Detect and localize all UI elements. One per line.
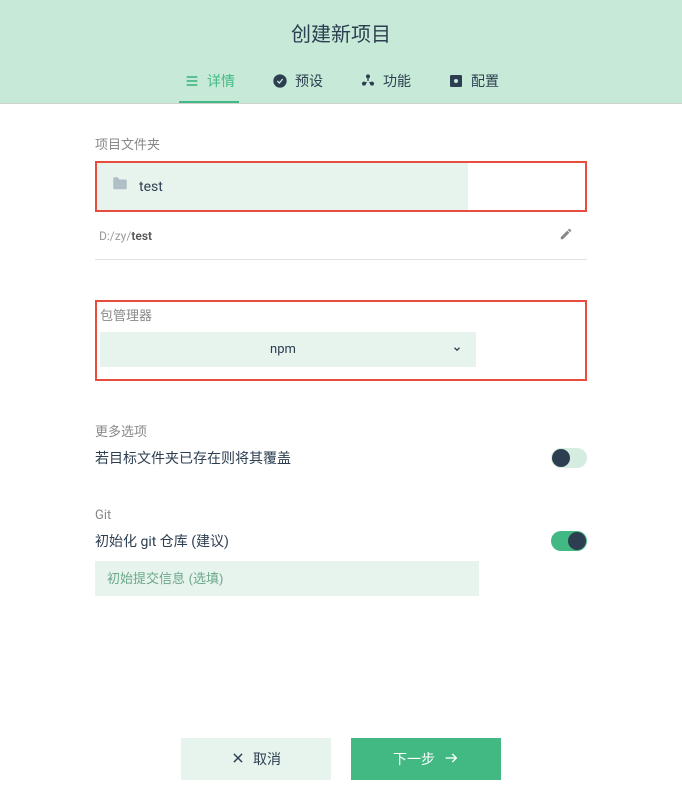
content-area: 项目文件夹 test D:/zy/test 包管理器 npm [0, 104, 682, 596]
toggle-knob [552, 449, 570, 467]
git-init-row: 初始化 git 仓库 (建议) [95, 531, 587, 551]
tab-presets[interactable]: 预设 [267, 61, 327, 103]
gear-icon [447, 72, 465, 90]
package-manager-highlight-box: 包管理器 npm [95, 300, 587, 381]
arrow-right-icon [443, 750, 459, 769]
tab-label: 功能 [383, 71, 411, 91]
folder-highlight-box: test [95, 161, 587, 212]
toggle-knob [568, 532, 586, 550]
cancel-button[interactable]: 取消 [181, 738, 331, 780]
footer-actions: 取消 下一步 [0, 728, 682, 790]
folder-path: D:/zy/test [99, 229, 152, 243]
overwrite-option-text: 若目标文件夹已存在则将其覆盖 [95, 448, 291, 468]
chevron-down-icon [452, 343, 462, 357]
folder-label: 项目文件夹 [95, 134, 587, 153]
git-init-toggle[interactable] [551, 531, 587, 551]
close-icon [231, 751, 245, 768]
folder-section: 项目文件夹 test D:/zy/test [95, 134, 587, 260]
package-manager-label: 包管理器 [100, 305, 582, 324]
git-section: Git 初始化 git 仓库 (建议) [95, 508, 587, 596]
tabs-bar: 详情 预设 功能 配置 [0, 61, 682, 104]
package-manager-section: 包管理器 npm [95, 300, 587, 381]
folder-path-row: D:/zy/test [95, 212, 587, 260]
folder-icon [111, 175, 129, 198]
path-current: test [131, 229, 152, 243]
next-button[interactable]: 下一步 [351, 738, 501, 780]
tab-label: 配置 [471, 71, 499, 91]
header-banner: 创建新项目 详情 预设 功能 配置 [0, 0, 682, 104]
folder-input[interactable]: test [97, 163, 468, 210]
edit-path-button[interactable] [555, 222, 577, 249]
more-options-section: 更多选项 若目标文件夹已存在则将其覆盖 [95, 421, 587, 468]
folder-name-value: test [139, 179, 163, 195]
more-options-label: 更多选项 [95, 421, 587, 440]
tab-features[interactable]: 功能 [355, 61, 415, 103]
tab-details[interactable]: 详情 [179, 61, 239, 103]
overwrite-toggle[interactable] [551, 448, 587, 468]
overwrite-option-row: 若目标文件夹已存在则将其覆盖 [95, 448, 587, 468]
next-label: 下一步 [393, 749, 435, 769]
check-circle-icon [271, 72, 289, 90]
package-manager-dropdown[interactable]: npm [100, 332, 476, 367]
git-init-text: 初始化 git 仓库 (建议) [95, 531, 229, 551]
puzzle-icon [359, 72, 377, 90]
git-commit-message-input[interactable] [95, 561, 479, 596]
cancel-label: 取消 [253, 749, 281, 769]
git-label: Git [95, 508, 587, 523]
tab-config[interactable]: 配置 [443, 61, 503, 103]
page-title: 创建新项目 [0, 18, 682, 61]
tab-label: 详情 [207, 71, 235, 91]
path-prefix: D:/zy/ [99, 229, 131, 243]
package-manager-value: npm [114, 342, 452, 357]
tab-label: 预设 [295, 71, 323, 91]
list-icon [183, 72, 201, 90]
